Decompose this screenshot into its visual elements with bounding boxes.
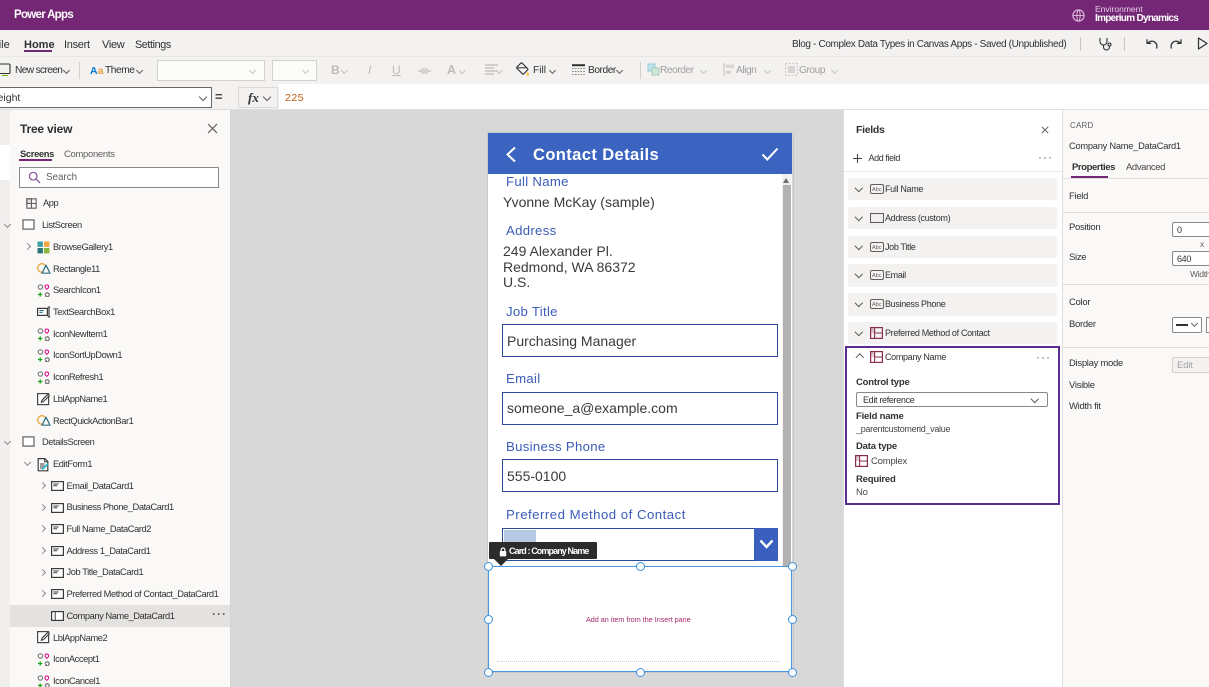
svg-text:Abc: Abc bbox=[872, 302, 882, 308]
svg-text:Abc: Abc bbox=[872, 245, 882, 251]
svg-text:Abc: Abc bbox=[872, 187, 882, 193]
svg-text:Abc: Abc bbox=[872, 273, 882, 279]
